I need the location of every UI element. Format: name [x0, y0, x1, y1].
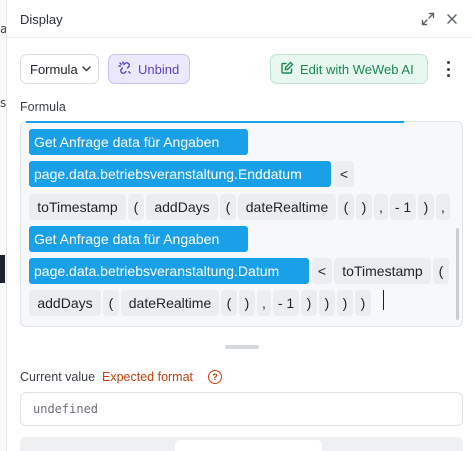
formula-token-variable[interactable]: page.data.betriebsveranstaltung.Enddatum — [29, 161, 331, 187]
close-icon[interactable] — [443, 10, 461, 28]
formula-mode-label: Formula — [30, 61, 78, 77]
ai-edit-icon — [280, 61, 294, 78]
tab-active[interactable] — [175, 440, 322, 451]
edit-with-ai-button[interactable]: Edit with WeWeb AI — [270, 54, 428, 84]
formula-token-operator[interactable]: < — [312, 258, 332, 284]
formula-token-paren[interactable]: ) — [418, 194, 434, 220]
formula-token-variable[interactable]: page.data.betriebsveranstaltung.Datum — [29, 258, 309, 284]
edit-with-ai-label: Edit with WeWeb AI — [300, 61, 414, 77]
text-caret — [383, 290, 384, 310]
formula-token-paren[interactable]: ( — [221, 290, 237, 316]
formula-token-function[interactable]: dateRealtime — [238, 194, 336, 220]
formula-token-paren[interactable]: ( — [338, 194, 354, 220]
formula-token-paren[interactable]: ) — [356, 194, 372, 220]
current-value-label: Current value — [20, 370, 96, 384]
formula-token-paren[interactable]: ) — [319, 290, 335, 316]
formula-section-label: Formula — [20, 100, 66, 114]
formula-token-paren[interactable]: ) — [337, 290, 353, 316]
current-value-display: undefined — [20, 392, 463, 426]
formula-token-partial — [26, 121, 404, 123]
formula-token-number[interactable]: - 1 — [390, 194, 416, 220]
unlink-icon — [118, 60, 132, 78]
formula-token-paren[interactable]: ( — [128, 194, 144, 220]
formula-token-paren[interactable]: ) — [239, 290, 255, 316]
formula-token-paren[interactable]: ( — [433, 258, 449, 284]
formula-token-function[interactable]: toTimestamp — [29, 194, 126, 220]
value-view-tabs — [20, 437, 463, 451]
expected-format-label: Expected format — [102, 370, 194, 384]
formula-token-comma[interactable]: , — [374, 194, 388, 220]
background-dark-block — [0, 255, 5, 283]
display-panel: Display Formula Unbind Edit with WeWeb A… — [6, 0, 473, 451]
formula-token-function[interactable]: addDays — [29, 290, 101, 316]
formula-token-comma[interactable]: , — [257, 290, 271, 316]
formula-token-number[interactable]: - 1 — [273, 290, 299, 316]
unbind-button[interactable]: Unbind — [108, 54, 190, 84]
help-icon[interactable]: ? — [208, 370, 222, 384]
formula-token-variable[interactable]: Get Anfrage data für Angaben — [29, 129, 248, 155]
editor-scrollbar[interactable] — [456, 228, 459, 320]
panel-header: Display — [7, 0, 473, 38]
formula-token-function[interactable]: toTimestamp — [334, 258, 431, 284]
unbind-label: Unbind — [138, 61, 180, 77]
formula-token-paren[interactable]: ) — [301, 290, 317, 316]
formula-token-paren[interactable]: ( — [103, 290, 119, 316]
panel-title: Display — [20, 12, 63, 27]
formula-token-paren[interactable]: ) — [355, 290, 371, 316]
chevron-down-icon — [81, 64, 91, 75]
formula-token-comma[interactable]: , — [436, 194, 450, 220]
formula-token-variable[interactable]: Get Anfrage data für Angaben — [29, 226, 248, 252]
formula-token-function[interactable]: dateRealtime — [121, 290, 219, 316]
formula-token-function[interactable]: addDays — [146, 194, 218, 220]
formula-mode-dropdown[interactable]: Formula — [20, 54, 99, 84]
editor-resize-handle[interactable] — [225, 345, 259, 349]
formula-token-paren[interactable]: ( — [220, 194, 236, 220]
formula-token-operator[interactable]: < — [334, 161, 354, 187]
kebab-menu-icon[interactable] — [439, 58, 457, 80]
expand-icon[interactable] — [419, 10, 437, 28]
current-value-text: undefined — [33, 402, 99, 416]
